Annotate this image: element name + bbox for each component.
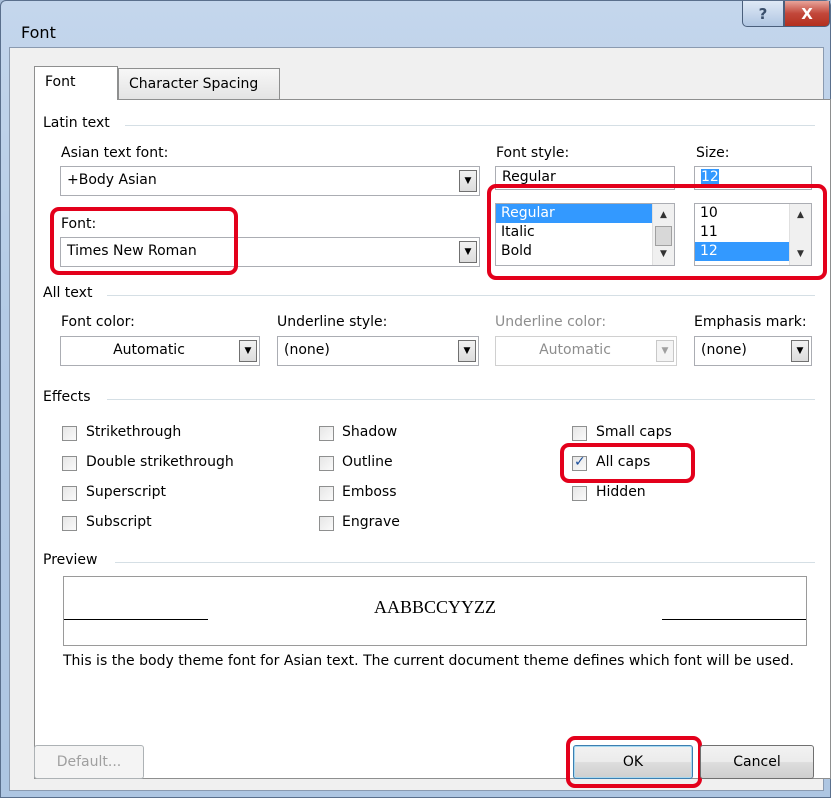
double-strikethrough-label[interactable]: Double strikethrough — [86, 454, 234, 470]
font-tab-panel: Latin text Asian text font: +Body Asian … — [34, 99, 831, 779]
superscript-checkbox[interactable] — [62, 486, 77, 501]
engrave-checkbox[interactable] — [319, 516, 334, 531]
latin-text-group-label: Latin text — [43, 115, 110, 131]
effects-divider — [107, 399, 815, 400]
underline-color-label: Underline color: — [495, 314, 607, 330]
emphasis-mark-label: Emphasis mark: — [694, 314, 807, 330]
superscript-label[interactable]: Superscript — [86, 484, 166, 500]
small-caps-label[interactable]: Small caps — [596, 424, 672, 440]
hidden-checkbox[interactable] — [572, 486, 587, 501]
tab-font-label: Font — [45, 74, 76, 90]
close-button[interactable]: X — [784, 1, 830, 27]
emboss-checkbox[interactable] — [319, 486, 334, 501]
font-highlight — [50, 207, 238, 275]
underline-style-dropdown[interactable]: (none) ▼ — [277, 336, 479, 366]
preview-group-label: Preview — [43, 552, 98, 568]
double-strikethrough-checkbox[interactable] — [62, 456, 77, 471]
tab-character-spacing[interactable]: Character Spacing — [118, 68, 280, 100]
underline-style-label: Underline style: — [277, 314, 388, 330]
strikethrough-label[interactable]: Strikethrough — [86, 424, 181, 440]
underline-color-dropdown[interactable]: Automatic ▼ — [495, 336, 677, 366]
font-dialog: Font ? X Font Character Spacing Latin te… — [0, 0, 831, 798]
default-button[interactable]: Default... — [34, 745, 144, 779]
emphasis-mark-value: (none) — [701, 342, 747, 358]
emboss-label[interactable]: Emboss — [342, 484, 397, 500]
font-color-label: Font color: — [61, 314, 135, 330]
chevron-down-icon[interactable]: ▼ — [656, 340, 674, 362]
underline-style-value: (none) — [284, 342, 330, 358]
all-caps-highlight — [560, 443, 695, 483]
subscript-label[interactable]: Subscript — [86, 514, 152, 530]
chevron-down-icon[interactable]: ▼ — [791, 340, 809, 362]
help-icon: ? — [758, 4, 768, 23]
style-size-highlight — [487, 184, 827, 280]
title-bar: Font ? X — [1, 1, 831, 47]
shadow-checkbox[interactable] — [319, 426, 334, 441]
close-icon: X — [801, 4, 813, 23]
font-color-value: Automatic — [113, 342, 185, 358]
dialog-title: Font — [21, 23, 56, 42]
subscript-checkbox[interactable] — [62, 516, 77, 531]
chevron-down-icon[interactable]: ▼ — [239, 340, 257, 362]
preview-line-right — [662, 619, 806, 620]
strikethrough-checkbox[interactable] — [62, 426, 77, 441]
tab-font[interactable]: Font — [34, 66, 118, 100]
chevron-down-icon[interactable]: ▼ — [459, 241, 477, 263]
dialog-body: Font Character Spacing Latin text Asian … — [9, 47, 831, 791]
underline-color-value: Automatic — [539, 342, 611, 358]
preview-line-left — [64, 619, 208, 620]
preview-sample: AABBCCYYZZ — [373, 597, 496, 617]
preview-note: This is the body theme font for Asian te… — [63, 653, 795, 669]
small-caps-checkbox[interactable] — [572, 426, 587, 441]
chevron-down-icon[interactable]: ▼ — [459, 170, 477, 192]
all-text-group-label: All text — [43, 285, 93, 301]
font-color-dropdown[interactable]: Automatic ▼ — [60, 336, 260, 366]
ok-highlight — [566, 736, 702, 788]
asian-font-dropdown[interactable]: +Body Asian ▼ — [60, 166, 480, 196]
latin-divider — [125, 125, 815, 126]
asian-font-value: +Body Asian — [67, 172, 157, 188]
font-style-label: Font style: — [496, 145, 570, 161]
size-value: 12 — [701, 169, 719, 185]
help-button[interactable]: ? — [742, 1, 784, 27]
shadow-label[interactable]: Shadow — [342, 424, 397, 440]
engrave-label[interactable]: Engrave — [342, 514, 400, 530]
size-label: Size: — [696, 145, 730, 161]
preview-box: AABBCCYYZZ — [63, 576, 807, 646]
emphasis-mark-dropdown[interactable]: (none) ▼ — [694, 336, 812, 366]
effects-group-label: Effects — [43, 389, 91, 405]
asian-font-label: Asian text font: — [61, 145, 169, 161]
outline-label[interactable]: Outline — [342, 454, 393, 470]
preview-divider — [115, 562, 815, 563]
hidden-label[interactable]: Hidden — [596, 484, 646, 500]
cancel-button[interactable]: Cancel — [700, 745, 814, 779]
outline-checkbox[interactable] — [319, 456, 334, 471]
all-text-divider — [107, 295, 815, 296]
font-style-value: Regular — [502, 169, 556, 185]
chevron-down-icon[interactable]: ▼ — [458, 340, 476, 362]
tab-character-spacing-label: Character Spacing — [129, 76, 259, 92]
